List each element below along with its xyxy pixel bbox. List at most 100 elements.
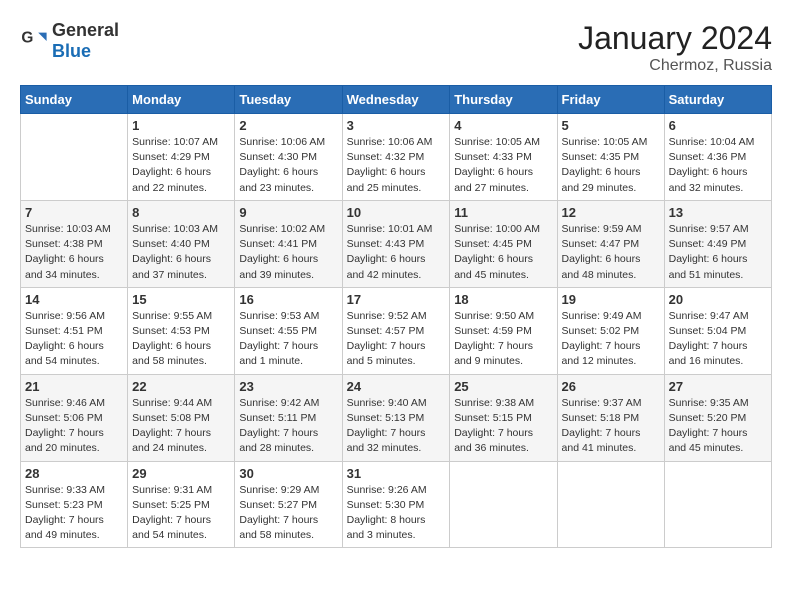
day-number: 2 xyxy=(239,118,337,133)
weekday-header-saturday: Saturday xyxy=(664,86,771,114)
day-info: Sunrise: 10:03 AMSunset: 4:38 PMDaylight… xyxy=(25,222,123,283)
location-subtitle: Chermoz, Russia xyxy=(578,57,772,75)
day-number: 26 xyxy=(562,379,660,394)
day-info: Sunrise: 10:07 AMSunset: 4:29 PMDaylight… xyxy=(132,135,230,196)
day-number: 31 xyxy=(347,466,446,481)
calendar-week-row: 14 Sunrise: 9:56 AMSunset: 4:51 PMDayligh… xyxy=(21,287,772,374)
day-number: 18 xyxy=(454,292,552,307)
calendar-cell xyxy=(557,461,664,548)
day-info: Sunrise: 9:52 AMSunset: 4:57 PMDaylight:… xyxy=(347,309,446,370)
day-number: 11 xyxy=(454,205,552,220)
day-number: 7 xyxy=(25,205,123,220)
logo-blue: Blue xyxy=(52,41,91,61)
svg-text:G: G xyxy=(21,29,33,46)
weekday-header-friday: Friday xyxy=(557,86,664,114)
day-info: Sunrise: 10:00 AMSunset: 4:45 PMDaylight… xyxy=(454,222,552,283)
day-number: 21 xyxy=(25,379,123,394)
day-info: Sunrise: 9:59 AMSunset: 4:47 PMDaylight:… xyxy=(562,222,660,283)
day-info: Sunrise: 9:46 AMSunset: 5:06 PMDaylight:… xyxy=(25,396,123,457)
day-number: 17 xyxy=(347,292,446,307)
day-info: Sunrise: 9:26 AMSunset: 5:30 PMDaylight:… xyxy=(347,483,446,544)
logo-general: General xyxy=(52,20,119,40)
page-header: G General Blue January 2024 Chermoz, Rus… xyxy=(20,20,772,75)
day-info: Sunrise: 9:55 AMSunset: 4:53 PMDaylight:… xyxy=(132,309,230,370)
calendar-cell: 20Sunrise: 9:47 AMSunset: 5:04 PMDayligh… xyxy=(664,287,771,374)
calendar-cell: 10 Sunrise: 10:01 AMSunset: 4:43 PMDaylig… xyxy=(342,200,450,287)
calendar-cell: 13 Sunrise: 9:57 AMSunset: 4:49 PMDayligh… xyxy=(664,200,771,287)
day-info: Sunrise: 9:44 AMSunset: 5:08 PMDaylight:… xyxy=(132,396,230,457)
calendar-week-row: 7 Sunrise: 10:03 AMSunset: 4:38 PMDayligh… xyxy=(21,200,772,287)
day-number: 4 xyxy=(454,118,552,133)
day-number: 15 xyxy=(132,292,230,307)
day-number: 12 xyxy=(562,205,660,220)
calendar-cell: 4 Sunrise: 10:05 AMSunset: 4:33 PMDayligh… xyxy=(450,114,557,201)
calendar-cell: 17 Sunrise: 9:52 AMSunset: 4:57 PMDayligh… xyxy=(342,287,450,374)
calendar-cell: 6Sunrise: 10:04 AMSunset: 4:36 PMDayligh… xyxy=(664,114,771,201)
day-info: Sunrise: 10:05 AMSunset: 4:33 PMDaylight… xyxy=(454,135,552,196)
day-number: 16 xyxy=(239,292,337,307)
calendar-cell: 18 Sunrise: 9:50 AMSunset: 4:59 PMDayligh… xyxy=(450,287,557,374)
weekday-header-row: SundayMondayTuesdayWednesdayThursdayFrid… xyxy=(21,86,772,114)
calendar-cell: 28 Sunrise: 9:33 AMSunset: 5:23 PMDayligh… xyxy=(21,461,128,548)
day-info: Sunrise: 9:56 AMSunset: 4:51 PMDaylight:… xyxy=(25,309,123,370)
day-number: 27 xyxy=(669,379,767,394)
calendar-cell: 5 Sunrise: 10:05 AMSunset: 4:35 PMDayligh… xyxy=(557,114,664,201)
day-info: Sunrise: 9:50 AMSunset: 4:59 PMDaylight:… xyxy=(454,309,552,370)
calendar-cell: 15 Sunrise: 9:55 AMSunset: 4:53 PMDayligh… xyxy=(128,287,235,374)
weekday-header-wednesday: Wednesday xyxy=(342,86,450,114)
day-info: Sunrise: 9:40 AMSunset: 5:13 PMDaylight:… xyxy=(347,396,446,457)
calendar-cell: 8 Sunrise: 10:03 AMSunset: 4:40 PMDayligh… xyxy=(128,200,235,287)
day-number: 24 xyxy=(347,379,446,394)
day-info: Sunrise: 9:33 AMSunset: 5:23 PMDaylight:… xyxy=(25,483,123,544)
day-number: 28 xyxy=(25,466,123,481)
calendar-cell: 1Sunrise: 10:07 AMSunset: 4:29 PMDayligh… xyxy=(128,114,235,201)
day-info: Sunrise: 9:53 AMSunset: 4:55 PMDaylight:… xyxy=(239,309,337,370)
day-number: 9 xyxy=(239,205,337,220)
day-number: 13 xyxy=(669,205,767,220)
weekday-header-tuesday: Tuesday xyxy=(235,86,342,114)
calendar-cell: 29Sunrise: 9:31 AMSunset: 5:25 PMDayligh… xyxy=(128,461,235,548)
day-number: 10 xyxy=(347,205,446,220)
calendar-cell: 30 Sunrise: 9:29 AMSunset: 5:27 PMDayligh… xyxy=(235,461,342,548)
calendar-cell: 25Sunrise: 9:38 AMSunset: 5:15 PMDayligh… xyxy=(450,374,557,461)
calendar-cell: 16 Sunrise: 9:53 AMSunset: 4:55 PMDayligh… xyxy=(235,287,342,374)
calendar-cell: 19Sunrise: 9:49 AMSunset: 5:02 PMDayligh… xyxy=(557,287,664,374)
calendar-cell: 23Sunrise: 9:42 AMSunset: 5:11 PMDayligh… xyxy=(235,374,342,461)
weekday-header-thursday: Thursday xyxy=(450,86,557,114)
calendar-cell: 12 Sunrise: 9:59 AMSunset: 4:47 PMDayligh… xyxy=(557,200,664,287)
calendar-cell: 9Sunrise: 10:02 AMSunset: 4:41 PMDayligh… xyxy=(235,200,342,287)
day-number: 25 xyxy=(454,379,552,394)
calendar-table: SundayMondayTuesdayWednesdayThursdayFrid… xyxy=(20,85,772,548)
day-info: Sunrise: 10:06 AMSunset: 4:30 PMDaylight… xyxy=(239,135,337,196)
logo: G General Blue xyxy=(20,20,119,62)
day-number: 19 xyxy=(562,292,660,307)
day-number: 29 xyxy=(132,466,230,481)
day-info: Sunrise: 9:35 AMSunset: 5:20 PMDaylight:… xyxy=(669,396,767,457)
calendar-cell: 14 Sunrise: 9:56 AMSunset: 4:51 PMDayligh… xyxy=(21,287,128,374)
calendar-cell: 27 Sunrise: 9:35 AMSunset: 5:20 PMDayligh… xyxy=(664,374,771,461)
day-info: Sunrise: 10:05 AMSunset: 4:35 PMDaylight… xyxy=(562,135,660,196)
calendar-cell: 31 Sunrise: 9:26 AMSunset: 5:30 PMDayligh… xyxy=(342,461,450,548)
calendar-cell xyxy=(21,114,128,201)
calendar-cell: 3Sunrise: 10:06 AMSunset: 4:32 PMDayligh… xyxy=(342,114,450,201)
calendar-cell xyxy=(664,461,771,548)
day-number: 14 xyxy=(25,292,123,307)
day-number: 5 xyxy=(562,118,660,133)
day-number: 30 xyxy=(239,466,337,481)
calendar-cell: 22 Sunrise: 9:44 AMSunset: 5:08 PMDayligh… xyxy=(128,374,235,461)
weekday-header-monday: Monday xyxy=(128,86,235,114)
day-info: Sunrise: 9:29 AMSunset: 5:27 PMDaylight:… xyxy=(239,483,337,544)
day-info: Sunrise: 10:03 AMSunset: 4:40 PMDaylight… xyxy=(132,222,230,283)
calendar-week-row: 28 Sunrise: 9:33 AMSunset: 5:23 PMDayligh… xyxy=(21,461,772,548)
weekday-header-sunday: Sunday xyxy=(21,86,128,114)
day-info: Sunrise: 10:01 AMSunset: 4:43 PMDaylight… xyxy=(347,222,446,283)
calendar-cell: 21 Sunrise: 9:46 AMSunset: 5:06 PMDayligh… xyxy=(21,374,128,461)
day-info: Sunrise: 9:57 AMSunset: 4:49 PMDaylight:… xyxy=(669,222,767,283)
day-number: 8 xyxy=(132,205,230,220)
day-number: 22 xyxy=(132,379,230,394)
logo-icon: G xyxy=(20,27,48,55)
calendar-week-row: 21 Sunrise: 9:46 AMSunset: 5:06 PMDayligh… xyxy=(21,374,772,461)
calendar-cell: 7 Sunrise: 10:03 AMSunset: 4:38 PMDayligh… xyxy=(21,200,128,287)
calendar-body: 1Sunrise: 10:07 AMSunset: 4:29 PMDayligh… xyxy=(21,114,772,548)
calendar-cell xyxy=(450,461,557,548)
